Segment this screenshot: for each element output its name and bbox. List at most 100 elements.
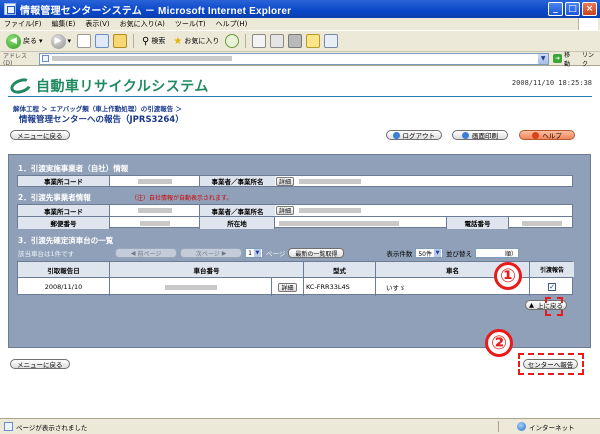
breadcrumb[interactable]: 解体工程 ＞ エアバッグ類（車上作動処理）の引渡報告 ＞ — [13, 103, 182, 113]
detail-button-s2[interactable]: 詳細 — [275, 206, 294, 215]
detail-button-s1[interactable]: 詳細 — [275, 176, 294, 186]
edit-icon[interactable] — [288, 34, 303, 48]
chevron-down-icon[interactable]: ▼ — [538, 53, 549, 64]
print-icon — [462, 131, 469, 139]
up-arrow-icon: ▲ — [529, 301, 534, 309]
search-label: 検索 — [151, 37, 166, 45]
col-chassis-number: 車台番号 — [110, 262, 304, 277]
row-detail-button[interactable]: 詳細 — [278, 282, 297, 292]
office-code-header: 事業所コード — [18, 176, 110, 186]
redacted-value — [521, 220, 562, 226]
menu-back-button-top[interactable]: メニューに戻る — [10, 130, 70, 140]
forward-button[interactable]: ▶ ▾ — [49, 33, 74, 49]
logout-icon — [393, 131, 400, 139]
redacted-value — [137, 208, 172, 213]
redacted-value — [279, 220, 399, 226]
prev-arrow-icon: ◀ — [130, 249, 136, 257]
page-number: 1 — [248, 249, 252, 257]
table-row: 2008/11/10 詳細 KC-FRR33L4S いすゞ ✓ — [18, 278, 572, 296]
refresh-list-button[interactable]: 最新の一覧取得 — [288, 248, 345, 258]
next-page-button[interactable]: 次ページ ▶ — [180, 248, 243, 258]
print-screen-button[interactable]: 画面印刷 — [452, 130, 508, 140]
row-model: KC-FRR33L4S — [304, 278, 376, 296]
display-count-select[interactable]: 50件 ▼ — [415, 248, 443, 258]
favorites-button[interactable]: ★ お気に入り — [171, 36, 221, 47]
address-input[interactable]: ▼ — [39, 52, 550, 65]
menu-back-button-bottom[interactable]: メニューに戻る — [10, 359, 70, 369]
address-bar: アドレス(D) ▼ ➔ 移動 リンク — [0, 50, 600, 68]
col-report-date: 引取報告日 — [18, 262, 110, 277]
logout-label: ログアウト — [402, 132, 436, 140]
section2-table: 事業所コード 事業者／事業所名 詳細 郵便番号 所在地 電話番号 — [17, 204, 574, 229]
office-code-header-2: 事業所コード — [18, 205, 110, 216]
mail-icon[interactable] — [252, 34, 267, 48]
prev-page-button[interactable]: ◀ 前ページ — [115, 248, 178, 258]
report-checkbox[interactable]: ✓ — [548, 283, 556, 291]
help-button[interactable]: ヘルプ — [519, 130, 575, 140]
business-name-header-2: 事業者／事業所名 — [200, 205, 275, 216]
menu-edit[interactable]: 編集(E) — [52, 19, 76, 29]
current-datetime: 2008/11/10 18:25:38 — [511, 79, 592, 87]
minimize-button[interactable]: _ — [548, 2, 563, 16]
star-icon: ★ — [173, 35, 183, 47]
detail-button-wrap: 詳細 — [275, 176, 295, 186]
messenger-icon[interactable] — [324, 34, 339, 48]
refresh-icon[interactable] — [95, 34, 110, 48]
links-button[interactable]: リンク — [582, 50, 600, 68]
stop-icon[interactable] — [77, 34, 92, 48]
result-count: 該当車台は1件です — [18, 250, 75, 258]
home-icon[interactable] — [113, 34, 128, 48]
callout-one: ① — [494, 262, 522, 290]
page-select[interactable]: 1 ▼ — [245, 248, 263, 258]
phone-value — [509, 217, 574, 229]
phone-header: 電話番号 — [447, 217, 509, 229]
recycle-logo-icon — [8, 75, 34, 97]
zone-label: インターネット — [529, 423, 575, 432]
section2-heading: 2．引渡先事業者情報 — [18, 193, 91, 202]
windows-logo-icon — [578, 18, 598, 30]
report-panel: 1．引渡実施事業者（自社）情報 事業所コード 事業者／事業所名 詳細 2．引渡先… — [8, 154, 591, 348]
window-title: 情報管理センターシステム － Microsoft Internet Explor… — [20, 5, 292, 17]
detail-button-wrap: 詳細 — [275, 205, 295, 216]
print-icon[interactable] — [270, 34, 285, 48]
history-icon[interactable] — [225, 34, 240, 48]
help-label: ヘルプ — [542, 132, 562, 140]
page-content: 自動車リサイクルシステム 2008/11/10 18:25:38 解体工程 ＞ … — [0, 67, 600, 418]
section2-note: （注）自社情報が自動表示されます。 — [131, 195, 233, 202]
folder-icon[interactable] — [306, 34, 321, 48]
page-icon — [42, 55, 50, 62]
forward-arrow-icon: ▶ — [50, 33, 66, 49]
header-divider — [8, 96, 592, 97]
sort-select[interactable]: 順） — [475, 248, 519, 258]
sort-label: 並び替え — [446, 250, 472, 258]
search-icon: ⚲ — [142, 35, 150, 47]
favorites-label: お気に入り — [184, 37, 220, 45]
address-header: 所在地 — [200, 217, 275, 229]
menu-file[interactable]: ファイル(F) — [4, 19, 42, 29]
next-arrow-icon: ▶ — [221, 249, 227, 257]
globe-icon — [517, 422, 526, 431]
business-name-label: 事業者／事業所名 — [211, 178, 264, 186]
menu-view[interactable]: 表示(V) — [85, 19, 109, 29]
office-code-value — [110, 176, 200, 186]
menu-help[interactable]: ヘルプ(H) — [216, 19, 248, 29]
go-button[interactable]: ➔ 移動 — [553, 50, 576, 68]
chevron-down-icon: ▼ — [253, 249, 261, 257]
office-code-value-2 — [110, 205, 200, 216]
back-button[interactable]: ◀ 戻る ▾ — [4, 33, 45, 49]
back-label: 戻る — [23, 37, 37, 45]
close-button[interactable]: × — [582, 2, 597, 16]
business-name-header: 事業者／事業所名 — [200, 176, 275, 186]
maximize-button[interactable]: □ — [565, 2, 580, 16]
status-bar: ページが表示されました インターネット — [0, 418, 600, 434]
business-name-value-2 — [295, 205, 574, 216]
url-redacted — [52, 56, 233, 61]
search-button[interactable]: ⚲ 検索 — [140, 36, 167, 47]
callout-two: ② — [485, 329, 513, 357]
col-report-flag: 引渡報告 — [530, 262, 574, 277]
menu-tools[interactable]: ツール(T) — [175, 19, 206, 29]
browser-toolbar: ◀ 戻る ▾ ▶ ▾ ⚲ 検索 ★ お気に入り — [0, 30, 600, 52]
page-unit-label: ページ — [265, 250, 286, 258]
logout-button[interactable]: ログアウト — [386, 130, 442, 140]
menu-favorites[interactable]: お気に入り(A) — [120, 19, 165, 29]
